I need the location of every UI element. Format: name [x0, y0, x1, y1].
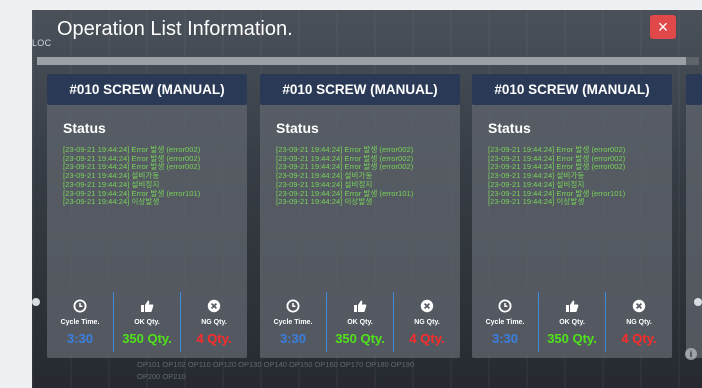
ok-qty-value: 350 Qty. [335, 331, 385, 346]
ng-qty-value: 4 Qty. [196, 331, 232, 346]
card-header: #010 SCREW (MANUAL) [472, 74, 672, 105]
metrics-row: Cycle Time. 3:30 OK Qty. 350 Qty. NG Qty… [472, 292, 672, 352]
operation-list-dialog: LOC Operation List Information. × #010 S… [32, 10, 702, 388]
ok-qty-label: OK Qty. [134, 319, 160, 326]
cycle-time-value: 3:30 [279, 331, 307, 346]
clock-icon [498, 299, 512, 313]
scroll-progress-bar[interactable] [37, 57, 699, 65]
card-header: #010 SCREW (MANUAL) [47, 74, 247, 105]
ng-qty-metric: NG Qty. 4 Qty. [605, 292, 672, 352]
status-title: Status [276, 120, 319, 136]
log-entry: [23-09-21 19:44:24] 이상발생 [63, 197, 160, 207]
ok-qty-metric: OK Qty. 350 Qty. [538, 292, 605, 352]
status-title: Status [63, 120, 106, 136]
ng-qty-label: NG Qty. [414, 319, 440, 326]
card-header: #010 SCREW (MANUAL) [260, 74, 460, 105]
thumbs-up-icon [141, 300, 154, 312]
operation-card[interactable]: #010 SCREW (MANUAL) Status [23-09-21 19:… [260, 74, 460, 358]
background-op-labels-2: OP200 OP210 [137, 372, 186, 381]
ok-qty-value: 350 Qty. [547, 331, 597, 346]
cycle-time-value: 3:30 [66, 331, 94, 346]
close-icon: × [657, 17, 669, 37]
ng-qty-value: 4 Qty. [409, 331, 445, 346]
next-indicator[interactable] [694, 298, 702, 306]
log-entry: [23-09-21 19:44:24] 이상발생 [276, 197, 373, 207]
background-op-labels: OP101 OP102 OP110 OP120 OP130 OP140 OP15… [137, 360, 415, 369]
ng-qty-value: 4 Qty. [621, 331, 657, 346]
ok-qty-metric: OK Qty. 350 Qty. [113, 292, 180, 352]
x-circle-icon [420, 299, 434, 313]
cycle-time-metric: Cycle Time. 3:30 [260, 292, 326, 352]
x-circle-icon [632, 299, 646, 313]
ng-qty-metric: NG Qty. 4 Qty. [393, 292, 460, 352]
cycle-time-value: 3:30 [491, 331, 519, 346]
close-button[interactable]: × [650, 15, 676, 39]
operation-card[interactable]: #010 SCREW (MANUAL) Status [23-09-21 19:… [472, 74, 672, 358]
cycle-time-label: Cycle Time. [273, 319, 313, 326]
operation-card[interactable]: #010 SCREW (MANUAL) Status [23-09-21 19:… [47, 74, 247, 358]
metrics-row: Cycle Time. 3:30 OK Qty. 350 Qty. NG Qty… [47, 292, 247, 352]
status-log: [23-09-21 19:44:24] Error 발생 (error002) … [488, 145, 668, 207]
thumbs-up-icon [566, 300, 579, 312]
clock-icon [286, 299, 300, 313]
ok-qty-value: 350 Qty. [122, 331, 172, 346]
ok-qty-metric: OK Qty. 350 Qty. [326, 292, 393, 352]
status-title: Status [488, 120, 531, 136]
x-circle-icon [207, 299, 221, 313]
card-header-partial [686, 74, 702, 105]
prev-indicator[interactable] [32, 298, 40, 306]
ok-qty-label: OK Qty. [559, 319, 585, 326]
status-log: [23-09-21 19:44:24] Error 발생 (error002) … [276, 145, 456, 207]
cycle-time-label: Cycle Time. [485, 319, 525, 326]
scroll-progress-fill [37, 57, 686, 65]
ng-qty-label: NG Qty. [201, 319, 227, 326]
ok-qty-label: OK Qty. [347, 319, 373, 326]
operation-card-partial[interactable] [686, 74, 702, 358]
info-icon[interactable]: i [685, 348, 697, 360]
cycle-time-label: Cycle Time. [60, 319, 100, 326]
ng-qty-label: NG Qty. [626, 319, 652, 326]
ng-qty-metric: NG Qty. 4 Qty. [180, 292, 247, 352]
log-entry: [23-09-21 19:44:24] 이상발생 [488, 197, 585, 207]
thumbs-up-icon [354, 300, 367, 312]
background-label: LOC [32, 38, 52, 48]
metrics-row: Cycle Time. 3:30 OK Qty. 350 Qty. NG Qty… [260, 292, 460, 352]
cycle-time-metric: Cycle Time. 3:30 [47, 292, 113, 352]
dialog-title: Operation List Information. [57, 18, 293, 40]
status-log: [23-09-21 19:44:24] Error 발생 (error002) … [63, 145, 243, 207]
clock-icon [73, 299, 87, 313]
cycle-time-metric: Cycle Time. 3:30 [472, 292, 538, 352]
